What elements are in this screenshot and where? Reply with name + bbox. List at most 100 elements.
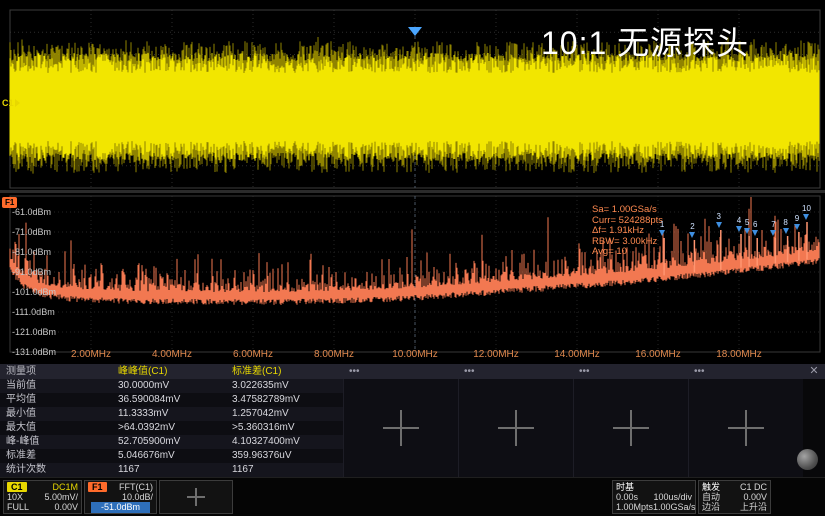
fft-info-line: Avg= 10	[592, 247, 663, 258]
peak-number: 10	[802, 205, 811, 213]
measurement-panel: 测量项 峰峰值(C1) 标准差(C1) ••• ••• ••• ••• ✕ 当前…	[0, 364, 825, 477]
measurement-value-pkpk: 30.0000mV	[112, 379, 226, 393]
db-axis-label: -131.0dBm	[12, 347, 56, 357]
measurement-header-more-4[interactable]: •••	[688, 364, 803, 379]
measurement-value-pkpk: 5.046676mV	[112, 449, 226, 463]
db-axis-label: -101.0dBm	[12, 287, 56, 297]
trigger-mode: 自动	[702, 492, 720, 502]
measurement-label: 最小值	[0, 407, 112, 421]
measurement-slot-1[interactable]	[343, 379, 458, 477]
close-measurement-button[interactable]: ✕	[803, 364, 825, 379]
peak-flag-icon	[794, 224, 800, 230]
db-axis-label: -61.0dBm	[12, 207, 51, 217]
measurement-rows: 当前值30.0000mV3.022635mV平均值36.590084mV3.47…	[0, 379, 343, 477]
measurement-value-stdev: 359.96376uV	[226, 449, 340, 463]
fft-info-readout: Sa= 1.00GSa/sCurr= 524288ptsΔf= 1.91kHzR…	[592, 205, 663, 258]
add-measurement-icon	[728, 410, 764, 446]
timebase-points: 1.00Mpts	[616, 502, 653, 512]
f1-db-per-div: 10.0dB/	[122, 492, 153, 502]
peak-flag-icon	[803, 214, 809, 220]
trigger-source: C1 DC	[740, 482, 767, 492]
peak-number: 2	[690, 223, 694, 231]
c1-offset-value: 0.00V	[54, 502, 78, 512]
frequency-axis-label: 10.00MHz	[383, 349, 447, 360]
f1-function: FFT(C1)	[119, 482, 153, 492]
measurement-value-pkpk: 52.705900mV	[112, 435, 226, 449]
peak-marker-4[interactable]: 4	[736, 217, 742, 232]
measurement-row: 平均值36.590084mV3.47582789mV	[0, 393, 343, 407]
peak-marker-6[interactable]: 6	[752, 221, 758, 236]
navigation-ball-icon[interactable]	[797, 449, 818, 470]
measurement-row: 当前值30.0000mV3.022635mV	[0, 379, 343, 393]
peak-number: 6	[753, 221, 757, 229]
peak-flag-icon	[659, 230, 665, 236]
trigger-level: 0.00V	[743, 492, 767, 502]
measurement-label: 统计次数	[0, 463, 112, 477]
peak-flag-icon	[689, 232, 695, 238]
trigger-type: 边沿	[702, 502, 720, 512]
peak-number: 5	[745, 219, 749, 227]
measurement-header-stdev[interactable]: 标准差(C1)	[226, 364, 343, 379]
c1-volts-per-div: 5.00mV/	[44, 492, 78, 502]
add-measurement-icon	[613, 410, 649, 446]
timebase-samplerate: 1.00GSa/s	[653, 502, 696, 512]
peak-marker-5[interactable]: 5	[744, 219, 750, 234]
c1-probe-ratio: 10X	[7, 492, 23, 502]
measurement-header-pkpk[interactable]: 峰峰值(C1)	[112, 364, 226, 379]
peak-flag-icon	[716, 222, 722, 228]
peak-number: 3	[717, 213, 721, 221]
peak-marker-3[interactable]: 3	[716, 213, 722, 228]
add-trace-button[interactable]	[159, 480, 233, 514]
db-axis-label: -91.0dBm	[12, 267, 51, 277]
measurement-value-pkpk: 36.590084mV	[112, 393, 226, 407]
measurement-value-stdev: 3.022635mV	[226, 379, 340, 393]
measurement-row: 统计次数11671167	[0, 463, 343, 477]
measurement-slot-4[interactable]	[688, 379, 803, 477]
frequency-axis-label: 4.00MHz	[140, 349, 204, 360]
db-axis-label: -121.0dBm	[12, 327, 56, 337]
peak-marker-1[interactable]: 1	[659, 221, 665, 236]
measurement-header-more-3[interactable]: •••	[573, 364, 688, 379]
measurement-value-pkpk: 1167	[112, 463, 226, 477]
frequency-axis-label: 18.00MHz	[707, 349, 771, 360]
peak-flag-icon	[744, 228, 750, 234]
frequency-axis-label: 8.00MHz	[302, 349, 366, 360]
measurement-row: 标准差5.046676mV359.96376uV	[0, 449, 343, 463]
annotation-title: 10:1 无源探头	[541, 18, 749, 64]
add-measurement-icon	[383, 410, 419, 446]
measurement-label: 平均值	[0, 393, 112, 407]
measurement-label: 最大值	[0, 421, 112, 435]
db-axis-label: -111.0dBm	[12, 307, 55, 317]
measurement-value-stdev: 1.257042mV	[226, 407, 340, 421]
frequency-axis-label: 2.00MHz	[59, 349, 123, 360]
add-trace-icon	[187, 488, 205, 506]
measurement-header-more-2[interactable]: •••	[458, 364, 573, 379]
peak-number: 8	[783, 219, 787, 227]
peak-number: 9	[795, 215, 799, 223]
peak-marker-2[interactable]: 2	[689, 223, 695, 238]
c1-bandwidth: FULL	[7, 502, 29, 512]
peak-flag-icon	[752, 230, 758, 236]
db-axis-label: -71.0dBm	[12, 227, 51, 237]
c1-offset-marker[interactable]: C1	[2, 98, 20, 108]
db-axis-label: -81.0dBm	[12, 247, 51, 257]
measurement-slot-2[interactable]	[458, 379, 573, 477]
peak-marker-8[interactable]: 8	[783, 219, 789, 234]
c1-offset-label: C1	[2, 98, 14, 108]
measurement-header-row: 测量项 峰峰值(C1) 标准差(C1) ••• ••• ••• ••• ✕	[0, 364, 825, 379]
measurement-slot-3[interactable]	[573, 379, 688, 477]
trigger-position-marker[interactable]	[408, 27, 422, 36]
measurement-label: 当前值	[0, 379, 112, 393]
timebase-descriptor[interactable]: 时基 0.00s 100us/div 1.00Mpts 1.00GSa/s	[612, 480, 696, 514]
measurement-header-more-1[interactable]: •••	[343, 364, 458, 379]
peak-marker-10[interactable]: 10	[802, 205, 811, 220]
trigger-descriptor[interactable]: 触发 C1 DC 自动 0.00V 边沿 上升沿	[698, 480, 771, 514]
peak-marker-7[interactable]: 7	[770, 221, 776, 236]
peak-flag-icon	[783, 228, 789, 234]
peak-marker-9[interactable]: 9	[794, 215, 800, 230]
peak-flag-icon	[736, 226, 742, 232]
peak-number: 4	[737, 217, 741, 225]
channel-c1-descriptor[interactable]: C1 DC1M 10X 5.00mV/ FULL 0.00V	[3, 480, 82, 514]
measurement-label: 峰-峰值	[0, 435, 112, 449]
function-f1-descriptor[interactable]: F1 FFT(C1) 10.0dB/ -51.0dBm	[84, 480, 157, 514]
